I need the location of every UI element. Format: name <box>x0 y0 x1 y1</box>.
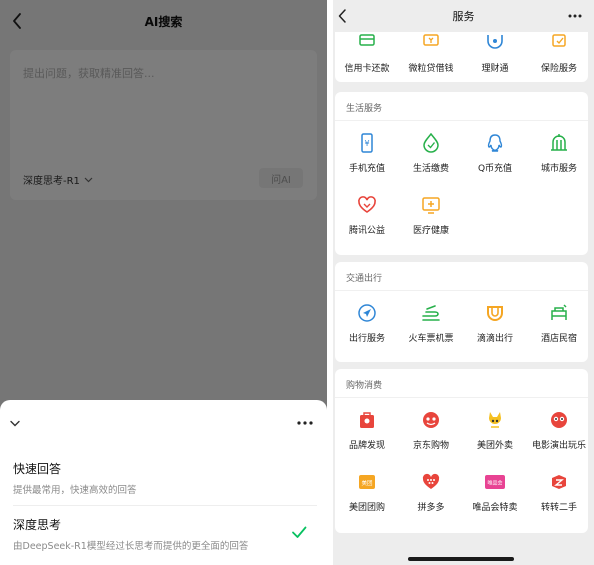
service-label: 品牌发现 <box>348 441 385 451</box>
service-credit-card[interactable]: 信用卡还款 <box>335 32 399 82</box>
ai-search-screen: AI搜索 提出问题，获取精准回答... 深度思考-R1 问AI 快速回答 提供最… <box>0 0 327 565</box>
service-zhuanzhuan[interactable]: 转转二手 <box>527 471 591 521</box>
wealth-icon <box>484 32 506 54</box>
nav-bar: 服务 <box>333 0 594 32</box>
brand-discovery-icon <box>356 409 378 431</box>
meituan-group-icon: 美团 <box>356 471 378 493</box>
service-label: 京东购物 <box>412 441 449 451</box>
service-label: 腾讯公益 <box>348 226 385 236</box>
transport-card: 交通出行 出行服务 火车票机票 滴滴出行 酒店民宿 <box>335 262 588 362</box>
option-divider <box>13 505 317 506</box>
service-movie-show[interactable]: 电影演出玩乐 <box>527 409 591 459</box>
service-label: 唯品会特卖 <box>472 503 518 513</box>
service-phone-recharge[interactable]: ¥ 手机充值 <box>335 132 399 182</box>
service-label: 酒店民宿 <box>540 334 577 344</box>
service-label: 滴滴出行 <box>476 334 513 344</box>
service-label: 生活缴费 <box>412 164 449 174</box>
service-hotel[interactable]: 酒店民宿 <box>527 302 591 352</box>
back-arrow-icon <box>338 9 346 23</box>
section-title: 交通出行 <box>346 274 383 284</box>
service-wealth[interactable]: 理财通 <box>463 32 527 82</box>
service-brand-discovery[interactable]: 品牌发现 <box>335 409 399 459</box>
screenshot-root: AI搜索 提出问题，获取精准回答... 深度思考-R1 问AI 快速回答 提供最… <box>0 0 594 565</box>
more-options-button[interactable] <box>295 414 315 432</box>
service-label: 出行服务 <box>348 334 385 344</box>
service-label: 保险服务 <box>540 64 577 74</box>
service-utility-payment[interactable]: 生活缴费 <box>399 132 463 182</box>
option-desc: 提供最常用，快速高效的回答 <box>13 485 137 496</box>
service-city[interactable]: 城市服务 <box>527 132 591 182</box>
more-dots-icon <box>297 421 313 425</box>
meituan-delivery-icon <box>484 409 506 431</box>
life-services-card: 生活服务 ¥ 手机充值 生活缴费 Q币充值 城市服务 腾讯公益 医疗健康 <box>335 92 588 255</box>
section-title: 生活服务 <box>346 104 383 114</box>
service-label: 电影演出玩乐 <box>531 441 586 451</box>
shopping-card: 购物消费 品牌发现 京东购物 美团外卖 电影演出玩乐 美团 美团团购 拼多多 唯… <box>335 369 588 533</box>
zhuanzhuan-icon <box>548 471 570 493</box>
option-deep-thinking[interactable]: 深度思考 由DeepSeek-R1模型经过长思考而提供的更全面的回答 <box>0 516 327 565</box>
service-label: 信用卡还款 <box>344 64 390 74</box>
service-healthcare[interactable]: 医疗健康 <box>399 194 463 244</box>
service-label: Q币充值 <box>477 164 513 174</box>
loan-icon <box>420 32 442 54</box>
qq-coin-icon <box>484 132 506 154</box>
service-train-plane[interactable]: 火车票机票 <box>399 302 463 352</box>
service-pinduoduo[interactable]: 拼多多 <box>399 471 463 521</box>
service-insurance[interactable]: 保险服务 <box>527 32 591 82</box>
movie-show-icon <box>548 409 570 431</box>
chevron-down-icon <box>10 420 20 426</box>
service-loan[interactable]: 微粒贷借钱 <box>399 32 463 82</box>
section-title: 购物消费 <box>346 381 383 391</box>
charity-icon <box>356 194 378 216</box>
services-screen: 服务 信用卡还款 微粒贷借钱 理财通 保险服务 生活服务 ¥ 手机充值 生活缴费… <box>333 0 594 565</box>
section-divider <box>335 397 588 398</box>
service-label: 美团团购 <box>348 503 385 513</box>
jd-shopping-icon <box>420 409 442 431</box>
option-desc: 由DeepSeek-R1模型经过长思考而提供的更全面的回答 <box>13 541 249 552</box>
service-travel[interactable]: 出行服务 <box>335 302 399 352</box>
travel-service-icon <box>356 302 378 324</box>
badge-text: 美团 <box>361 479 373 487</box>
service-label: 美团外卖 <box>476 441 513 451</box>
service-label: 医疗健康 <box>412 226 449 236</box>
more-options-button[interactable] <box>566 8 584 24</box>
option-title: 深度思考 <box>13 518 62 532</box>
service-charity[interactable]: 腾讯公益 <box>335 194 399 244</box>
utility-payment-icon <box>420 132 442 154</box>
section-divider <box>335 120 588 121</box>
didi-icon <box>484 302 506 324</box>
service-label: 火车票机票 <box>408 334 454 344</box>
svg-text:¥: ¥ <box>364 139 369 148</box>
service-label: 转转二手 <box>540 503 577 513</box>
service-didi[interactable]: 滴滴出行 <box>463 302 527 352</box>
service-label: 理财通 <box>481 64 509 74</box>
page-title: 服务 <box>452 10 475 23</box>
phone-recharge-icon: ¥ <box>356 132 378 154</box>
vipshop-icon: 唯品会 <box>484 471 506 493</box>
collapse-button[interactable] <box>6 414 24 432</box>
service-jd[interactable]: 京东购物 <box>399 409 463 459</box>
hotel-icon <box>548 302 570 324</box>
service-label: 城市服务 <box>540 164 577 174</box>
option-title: 快速回答 <box>13 462 62 476</box>
badge-text: 唯品会 <box>487 480 502 487</box>
insurance-icon <box>548 32 570 54</box>
healthcare-icon <box>420 194 442 216</box>
more-dots-icon <box>568 14 582 18</box>
train-plane-icon <box>420 302 442 324</box>
service-label: 拼多多 <box>417 503 445 513</box>
service-label: 微粒贷借钱 <box>408 64 454 74</box>
service-vipshop[interactable]: 唯品会 唯品会特卖 <box>463 471 527 521</box>
pinduoduo-icon <box>420 471 442 493</box>
section-divider <box>335 290 588 291</box>
service-meituan-delivery[interactable]: 美团外卖 <box>463 409 527 459</box>
city-service-icon <box>548 132 570 154</box>
back-button[interactable] <box>333 6 351 26</box>
check-icon <box>292 526 307 538</box>
credit-card-icon <box>356 32 378 54</box>
service-qq-coin[interactable]: Q币充值 <box>463 132 527 182</box>
service-label: 手机充值 <box>348 164 385 174</box>
service-meituan-group[interactable]: 美团 美团团购 <box>335 471 399 521</box>
home-indicator <box>408 557 514 561</box>
